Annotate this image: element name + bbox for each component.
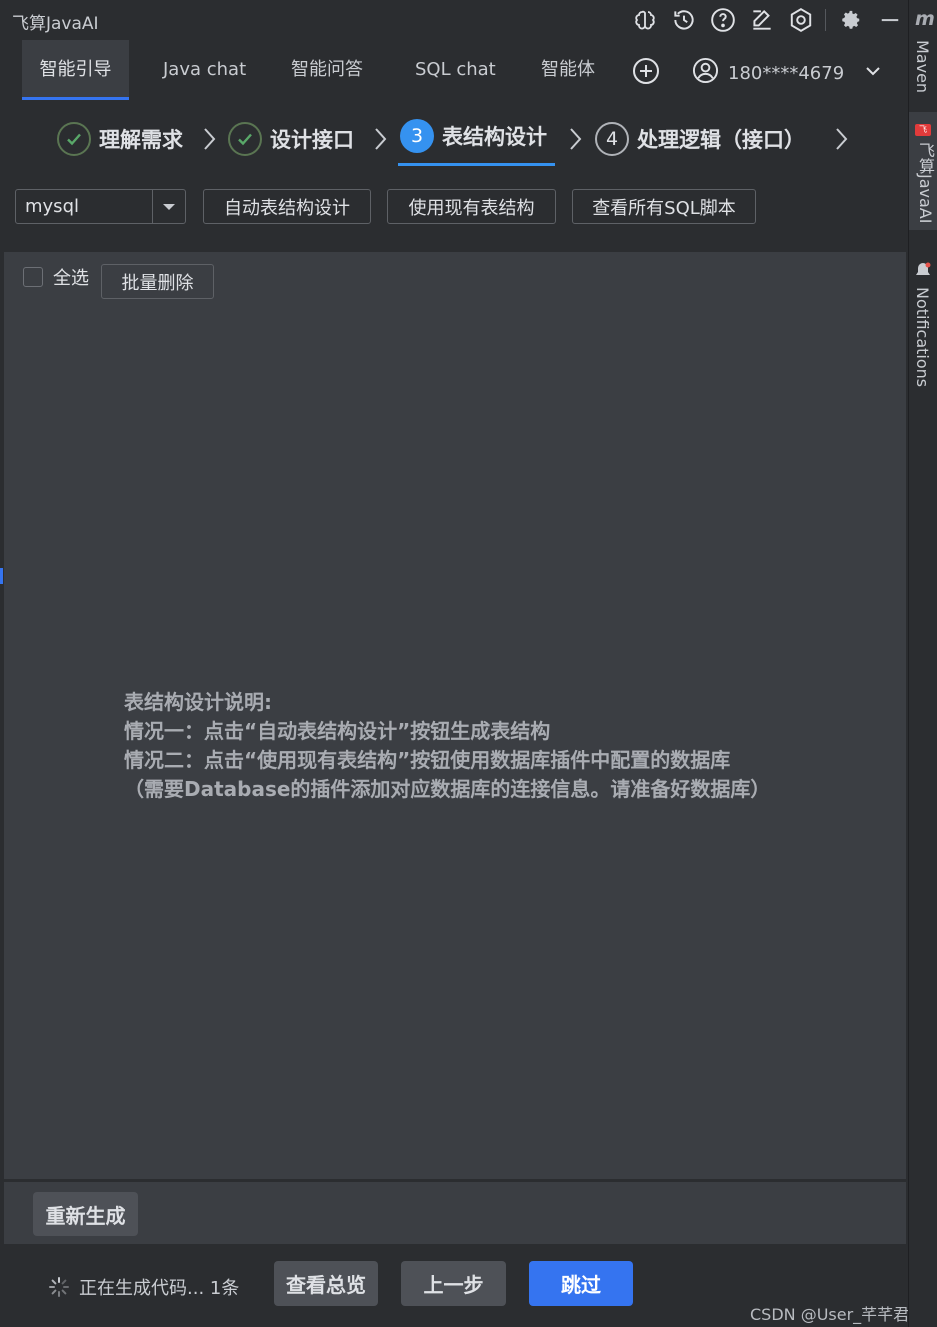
- title-bar-actions: [628, 4, 912, 36]
- use-existing-table-button[interactable]: 使用现有表结构: [387, 189, 556, 224]
- chevron-right-icon: [371, 126, 389, 157]
- regenerate-bar: 重新生成: [4, 1181, 906, 1244]
- step-label: 表结构设计: [442, 125, 547, 149]
- table-design-instructions: 表结构设计说明: 情况一：点击“自动表结构设计”按钮生成表结构 情况二：点击“使…: [124, 688, 770, 804]
- skip-button[interactable]: 跳过: [529, 1261, 633, 1306]
- generation-status: 正在生成代码... 1条: [49, 1274, 239, 1300]
- step-number: 3: [400, 119, 434, 153]
- notification-bell-icon[interactable]: [915, 262, 931, 285]
- maven-tool-tab[interactable]: Maven: [913, 40, 932, 93]
- step-label: 设计接口: [270, 128, 354, 152]
- instruction-line: （需要Database的插件添加对应数据库的连接信息。请准备好数据库）: [124, 777, 771, 801]
- title-bar: 飞算JavaAI: [0, 0, 908, 40]
- gear-icon[interactable]: [834, 4, 868, 36]
- check-icon: [228, 122, 262, 156]
- user-account[interactable]: 180****4679: [692, 57, 882, 89]
- toolbar-separator: [825, 9, 826, 31]
- generation-status-text: 正在生成代码... 1条: [79, 1278, 240, 1299]
- chevron-right-icon[interactable]: [832, 126, 850, 157]
- chevron-down-icon[interactable]: [864, 62, 882, 85]
- instruction-line: 表结构设计说明:: [124, 690, 272, 714]
- select-all-checkbox[interactable]: [23, 267, 43, 287]
- select-all-label: 全选: [53, 268, 89, 289]
- chevron-right-icon: [200, 126, 218, 157]
- regenerate-button[interactable]: 重新生成: [33, 1192, 138, 1236]
- tab-smart-qa[interactable]: 智能问答: [291, 40, 363, 98]
- feisuan-javaai-tool-tab[interactable]: 飞算JavaAI: [913, 142, 937, 223]
- active-step-indicator: [398, 163, 555, 166]
- action-toolbar: mysql 自动表结构设计 使用现有表结构 查看所有SQL脚本: [0, 178, 908, 252]
- database-select-value: mysql: [25, 196, 79, 217]
- view-overview-button[interactable]: 查看总览: [274, 1261, 378, 1306]
- edit-icon[interactable]: [745, 4, 779, 36]
- watermark: CSDN @User_芊芊君子: [750, 1305, 926, 1324]
- instruction-line: 情况一：点击“自动表结构设计”按钮生成表结构: [124, 719, 551, 743]
- right-tool-strip: m Maven 飞 飞算JavaAI Notifications: [908, 0, 937, 1327]
- help-icon[interactable]: [706, 4, 740, 36]
- history-icon[interactable]: [667, 4, 701, 36]
- brain-icon[interactable]: [628, 4, 662, 36]
- previous-step-button[interactable]: 上一步: [401, 1261, 506, 1306]
- dropdown-arrow-icon[interactable]: [152, 190, 185, 223]
- step-label: 理解需求: [99, 128, 183, 152]
- step-table-design[interactable]: 3 表结构设计: [400, 117, 547, 155]
- window-title: 飞算JavaAI: [12, 14, 99, 34]
- bulk-delete-button[interactable]: 批量删除: [101, 264, 214, 299]
- auto-table-design-button[interactable]: 自动表结构设计: [203, 189, 371, 224]
- tab-agent[interactable]: 智能体: [541, 40, 595, 98]
- tab-sql-chat[interactable]: SQL chat: [415, 40, 496, 98]
- settings-hex-icon[interactable]: [784, 4, 818, 36]
- add-tab-icon[interactable]: [632, 57, 660, 85]
- left-edge-marker: [0, 568, 3, 584]
- step-process-logic[interactable]: 4 处理逻辑（接口）: [595, 120, 805, 158]
- tab-bar: 智能引导 Java chat 智能问答 SQL chat 智能体 180****…: [0, 40, 908, 101]
- view-sql-scripts-button[interactable]: 查看所有SQL脚本: [572, 189, 756, 224]
- loading-spinner-icon: [49, 1277, 69, 1297]
- step-understand-requirements[interactable]: 理解需求: [57, 120, 183, 158]
- select-all-row[interactable]: 全选: [23, 264, 89, 290]
- database-select[interactable]: mysql: [15, 189, 186, 224]
- table-design-panel: 全选 批量删除 表结构设计说明: 情况一：点击“自动表结构设计”按钮生成表结构 …: [4, 252, 906, 1179]
- tab-smart-guide[interactable]: 智能引导: [22, 40, 129, 100]
- step-design-interface[interactable]: 设计接口: [228, 120, 354, 158]
- tab-java-chat[interactable]: Java chat: [163, 40, 246, 98]
- step-label: 处理逻辑（接口）: [637, 128, 805, 152]
- step-number: 4: [595, 122, 629, 156]
- chevron-right-icon: [566, 126, 584, 157]
- minimize-icon[interactable]: [873, 4, 907, 36]
- instruction-line: 情况二：点击“使用现有表结构”按钮使用数据库插件中配置的数据库: [124, 748, 731, 772]
- user-avatar-icon: [692, 57, 719, 89]
- feisuan-logo-icon: 飞: [915, 124, 931, 136]
- step-progress: 理解需求 设计接口 3 表结构设计 4 处理逻辑（接口）: [0, 100, 908, 178]
- check-icon: [57, 122, 91, 156]
- maven-icon[interactable]: m: [915, 8, 935, 30]
- notifications-tool-tab[interactable]: Notifications: [913, 287, 932, 387]
- user-phone: 180****4679: [728, 62, 845, 84]
